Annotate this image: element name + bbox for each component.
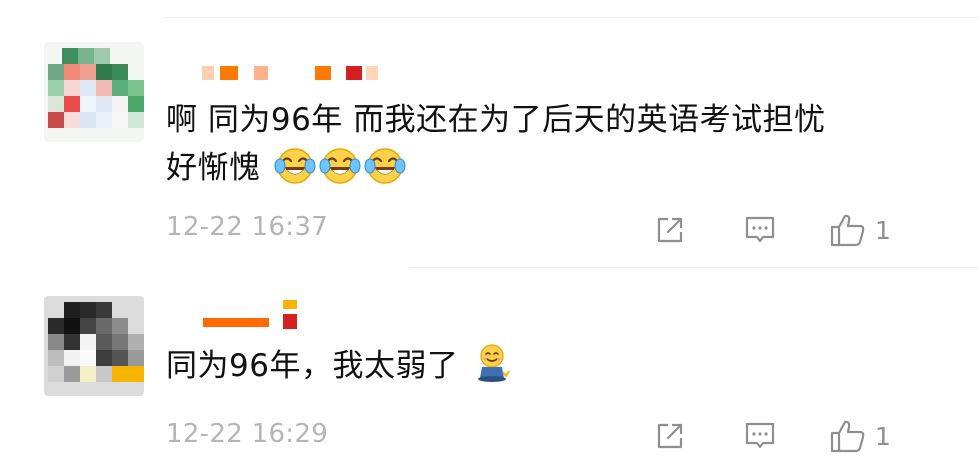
username[interactable] [170, 62, 390, 82]
comment-text-line1: 同为96年，我太弱了 [166, 348, 459, 384]
sitting-smile-emoji-icon [477, 344, 510, 382]
share-button[interactable] [653, 210, 687, 250]
username[interactable] [170, 300, 330, 329]
like-count: 1 [875, 421, 891, 451]
comment-list: 啊 同为96年 而我还在为了后天的英语考试担忧 好惭愧 12-22 16:37 … [0, 0, 979, 474]
comment-actions: 1 [649, 416, 949, 456]
like-button[interactable]: 1 [829, 416, 891, 456]
avatar[interactable] [44, 42, 144, 142]
comment-time: 12-22 16:37 [166, 212, 329, 242]
thumbs-up-icon [830, 420, 865, 453]
comment-time: 12-22 16:29 [166, 419, 329, 449]
comment-icon [745, 216, 775, 243]
comment-item: 啊 同为96年 而我还在为了后天的英语考试担忧 好惭愧 12-22 16:37 … [0, 0, 979, 268]
share-icon [657, 217, 683, 243]
laugh-cry-emoji-icon [274, 148, 316, 184]
share-button[interactable] [653, 416, 687, 456]
avatar[interactable] [44, 296, 144, 396]
comment-icon [745, 422, 775, 449]
comment-actions: 1 [649, 210, 949, 250]
comment-item: 同为96年，我太弱了 12-22 16:29 1 [0, 268, 979, 474]
like-button[interactable]: 1 [829, 210, 891, 250]
comment-text: 啊 同为96年 而我还在为了后天的英语考试担忧 好惭愧 [166, 96, 939, 192]
laugh-cry-emoji-icon [319, 148, 361, 184]
comment-text-line1: 啊 同为96年 而我还在为了后天的英语考试担忧 [166, 102, 826, 138]
comment-text: 同为96年，我太弱了 [166, 342, 939, 390]
thumbs-up-icon [830, 214, 865, 247]
comment-text-line2-text: 好惭愧 [166, 150, 261, 186]
share-icon [657, 423, 683, 449]
like-count: 1 [875, 215, 891, 245]
reply-button[interactable] [743, 210, 777, 250]
comment-text-line2: 好惭愧 [166, 144, 939, 192]
laugh-cry-emoji-icon [364, 148, 406, 184]
reply-button[interactable] [743, 416, 777, 456]
